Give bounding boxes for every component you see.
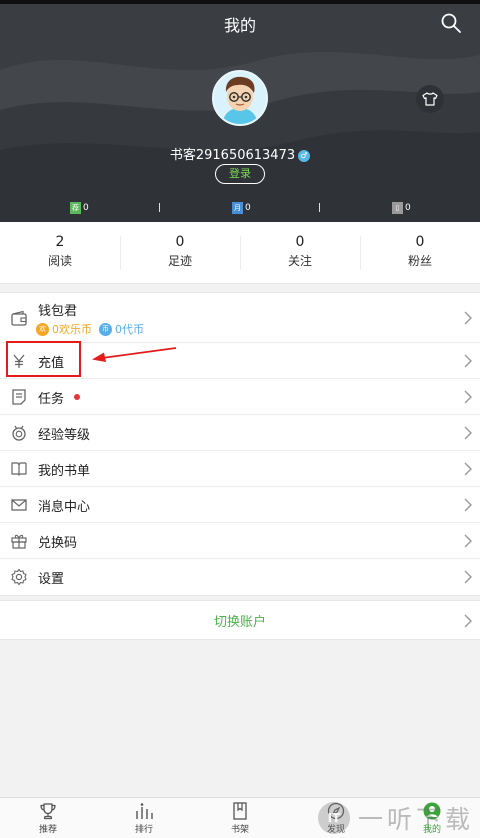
chevron-right-icon xyxy=(464,311,472,325)
avatar[interactable] xyxy=(212,70,268,126)
discover-icon xyxy=(327,802,345,820)
menu-item-label: 经验等级 xyxy=(38,428,91,443)
happy-coin-balance: 0欢乐币 xyxy=(52,323,92,336)
stat-reading[interactable]: 2 阅读 xyxy=(0,222,120,283)
tab-label: 书架 xyxy=(230,825,249,835)
menu-list: 钱包君 欢 0欢乐币 币 0代币 充值 任务 经验等级 我的书单 消息中心 兑换… xyxy=(0,292,480,596)
stat-number: 0 xyxy=(295,234,305,250)
tab-label: 我的 xyxy=(422,825,441,835)
menu-item-redeem-code[interactable]: 兑换码 xyxy=(0,523,480,559)
chevron-right-icon xyxy=(464,498,472,512)
tab-recommend[interactable]: 推荐 xyxy=(0,798,96,838)
mail-icon xyxy=(11,499,27,511)
tab-bookshelf[interactable]: 书架 xyxy=(192,798,288,838)
notification-dot xyxy=(74,394,80,400)
tab-label: 发现 xyxy=(326,825,345,835)
task-icon xyxy=(12,389,26,405)
menu-item-experience-level[interactable]: 经验等级 xyxy=(0,415,480,451)
booklist-icon xyxy=(11,462,27,476)
happy-coin-icon: 欢 xyxy=(36,322,49,336)
shirt-icon xyxy=(422,92,438,106)
medal-icon xyxy=(12,425,26,441)
tab-discover[interactable]: 发现 xyxy=(288,798,384,838)
tab-label: 排行 xyxy=(134,825,153,835)
ticket-badge[interactable]: ▯ 0 xyxy=(392,200,411,216)
recommend-count: 0 xyxy=(83,203,89,213)
theme-shirt-button[interactable] xyxy=(416,85,444,113)
menu-item-label: 消息中心 xyxy=(38,500,91,515)
menu-item-label: 任务 xyxy=(38,392,65,407)
voucher-balance: 0代币 xyxy=(115,323,144,336)
page-title: 我的 xyxy=(223,16,256,35)
chevron-right-icon xyxy=(464,614,472,628)
profile-header: 我的 书客291650613473 ♂ 登录 荐 0 月 0 ▯ 0 xyxy=(0,0,480,222)
tab-mine[interactable]: 我的 xyxy=(384,798,480,838)
stat-footprint[interactable]: 0 足迹 xyxy=(120,222,240,283)
menu-item-tasks[interactable]: 任务 xyxy=(0,379,480,415)
bookshelf-icon xyxy=(233,802,247,820)
chevron-right-icon xyxy=(464,570,472,584)
recharge-highlight-box xyxy=(6,341,81,377)
switch-account-label: 切换账户 xyxy=(213,615,266,630)
stat-number: 0 xyxy=(175,234,185,250)
monthly-badge[interactable]: 月 0 xyxy=(232,200,251,216)
trophy-icon xyxy=(40,803,56,820)
gear-icon xyxy=(11,568,27,586)
wallet-balances: 欢 0欢乐币 币 0代币 xyxy=(36,321,144,337)
monthly-badge-icon: 月 xyxy=(232,202,243,214)
stats-bar: 2 阅读 0 足迹 0 关注 0 粉丝 xyxy=(0,222,480,284)
ticket-badge-icon: ▯ xyxy=(392,202,403,214)
tab-ranking[interactable]: 排行 xyxy=(96,798,192,838)
menu-item-label: 设置 xyxy=(38,572,65,587)
wallet-icon xyxy=(11,310,27,326)
cartoon-avatar-icon xyxy=(214,72,266,124)
ticket-count: 0 xyxy=(405,203,411,213)
recommend-badge-icon: 荐 xyxy=(70,202,81,214)
stat-label: 阅读 xyxy=(47,254,72,268)
monthly-count: 0 xyxy=(245,203,251,213)
search-icon[interactable] xyxy=(440,12,462,34)
chevron-right-icon xyxy=(464,390,472,404)
chevron-right-icon xyxy=(464,426,472,440)
stat-fans[interactable]: 0 粉丝 xyxy=(360,222,480,283)
stat-following[interactable]: 0 关注 xyxy=(240,222,360,283)
menu-item-settings[interactable]: 设置 xyxy=(0,559,480,595)
gift-icon xyxy=(11,534,27,549)
badge-divider xyxy=(159,203,160,212)
menu-item-label: 我的书单 xyxy=(38,464,91,479)
annotation-arrow-icon xyxy=(92,347,177,362)
stat-number: 0 xyxy=(415,234,425,250)
login-button[interactable]: 登录 xyxy=(215,164,265,184)
username: 书客291650613473 xyxy=(169,148,296,163)
badge-divider xyxy=(319,203,320,212)
stat-number: 2 xyxy=(55,234,65,250)
gender-male-icon: ♂ xyxy=(298,149,311,162)
menu-item-messages[interactable]: 消息中心 xyxy=(0,487,480,523)
recommend-badge[interactable]: 荐 0 xyxy=(70,200,89,216)
username-line: 书客291650613473 ♂ xyxy=(0,144,480,163)
ranking-icon xyxy=(136,803,153,819)
menu-item-wallet[interactable]: 钱包君 欢 0欢乐币 币 0代币 xyxy=(0,293,480,343)
voucher-icon: 币 xyxy=(99,322,112,336)
profile-icon xyxy=(423,802,441,820)
bottom-nav: 推荐 排行 书架 发现 我的 xyxy=(0,797,480,838)
stat-label: 足迹 xyxy=(167,254,192,268)
chevron-right-icon xyxy=(464,354,472,368)
chevron-right-icon xyxy=(464,462,472,476)
tab-label: 推荐 xyxy=(38,825,57,835)
menu-item-label: 钱包君 xyxy=(38,304,78,319)
menu-item-booklist[interactable]: 我的书单 xyxy=(0,451,480,487)
badge-row: 荐 0 月 0 ▯ 0 xyxy=(0,200,480,216)
stat-label: 粉丝 xyxy=(407,254,432,268)
chevron-right-icon xyxy=(464,534,472,548)
menu-item-label: 兑换码 xyxy=(38,536,78,551)
switch-account-button[interactable]: 切换账户 xyxy=(0,600,480,640)
stat-label: 关注 xyxy=(287,254,312,268)
